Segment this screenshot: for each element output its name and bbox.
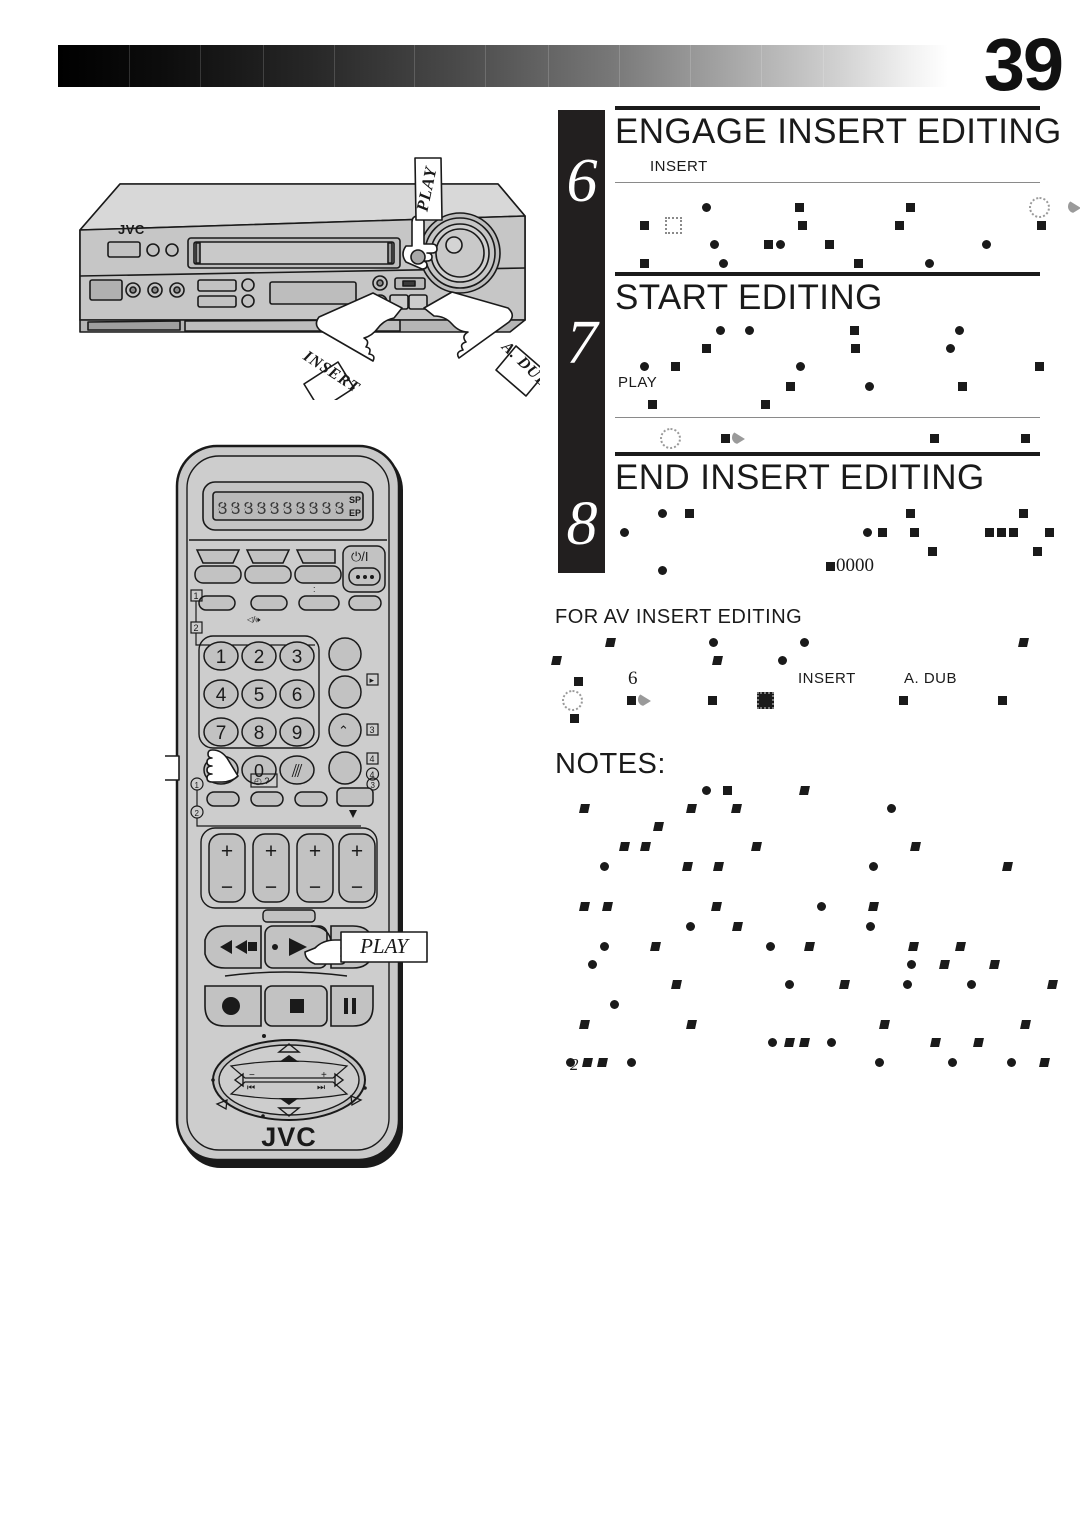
remote-rocker-plus: + <box>265 840 277 863</box>
notes-label: NOTES: <box>555 748 666 780</box>
redacted-text <box>552 838 922 856</box>
svg-text:⌃: ⌃ <box>338 723 349 738</box>
redacted-text <box>552 690 1008 711</box>
remote-key-label: 9 <box>292 723 303 744</box>
remote-key-label: 1 <box>216 647 227 668</box>
step-8-inline-value: 0000 <box>836 555 874 576</box>
step-8-heading: END INSERT EDITING <box>615 458 985 497</box>
step-number-8: 8 <box>566 490 598 558</box>
redacted-text <box>552 956 1000 974</box>
svg-text:◴ ?: ◴ ? <box>254 776 269 786</box>
redacted-text <box>640 378 968 396</box>
svg-text:1: 1 <box>195 781 200 790</box>
header-gradient-bar <box>58 45 948 87</box>
rule-under-step-6-sublabel <box>615 182 1040 183</box>
remote-key-label: 5 <box>254 685 265 706</box>
redacted-text <box>552 976 1058 994</box>
redacted-text <box>640 236 992 254</box>
redacted-text <box>552 858 1013 876</box>
remote-rocker-minus: − <box>351 876 363 899</box>
redacted-text <box>552 918 876 936</box>
svg-text:◁/🕪: ◁/🕪 <box>247 615 260 624</box>
svg-text:⏻/I: ⏻/I <box>351 549 369 564</box>
svg-text:4: 4 <box>370 754 375 764</box>
page-number: 39 <box>983 23 1064 106</box>
step-number-7: 7 <box>566 309 598 377</box>
remote-key-label: 4 <box>216 685 227 706</box>
redacted-text <box>640 396 770 414</box>
vcr-illustration: JVC PLAY INSERT A. DUB <box>70 150 540 400</box>
redacted-text <box>552 818 664 836</box>
remote-rocker-plus: + <box>351 840 363 863</box>
av-insert-button-adub: A. DUB <box>904 670 958 687</box>
redacted-text <box>620 524 1054 542</box>
redacted-text <box>640 322 965 340</box>
remote-brand-logo: JVC <box>261 1122 317 1152</box>
redacted-text <box>640 197 1080 218</box>
redacted-text <box>640 217 1046 235</box>
svg-text:⏭: ⏭ <box>317 1082 325 1092</box>
svg-text:1: 1 <box>194 591 199 601</box>
lcd-sp-label: SP <box>349 495 361 505</box>
remote-key-label: 2 <box>254 647 265 668</box>
rule-in-step-7 <box>615 417 1040 418</box>
remote-rocker-minus: − <box>221 876 233 899</box>
av-insert-step-ref: 6 <box>628 668 638 689</box>
redacted-text <box>551 652 788 670</box>
svg-text::: : <box>313 584 316 594</box>
lcd-ep-label: EP <box>349 508 361 518</box>
redacted-text <box>552 1034 984 1052</box>
redacted-text <box>552 1016 1032 1034</box>
remote-key-label: 3 <box>292 647 303 668</box>
redacted-text <box>640 340 956 358</box>
redacted-text <box>552 800 897 818</box>
step-6-sublabel: INSERT <box>650 158 708 175</box>
remote-play-callout: PLAY <box>359 934 410 958</box>
redacted-text <box>552 938 966 956</box>
redacted-text <box>640 255 935 273</box>
remote-rocker-minus: − <box>309 876 321 899</box>
rule-above-step-7 <box>615 272 1040 276</box>
footer-number: 2 <box>570 1055 579 1074</box>
remote-key-label: 7 <box>216 723 227 744</box>
redacted-text <box>640 428 1030 449</box>
remote-rocker-plus: + <box>309 840 321 863</box>
step-number-6: 6 <box>566 147 598 215</box>
step-7-heading: START EDITING <box>615 278 883 317</box>
redacted-text <box>552 996 619 1014</box>
svg-text:3: 3 <box>370 725 375 735</box>
svg-text:▸: ▸ <box>370 675 375 685</box>
svg-text:2: 2 <box>195 809 200 818</box>
remote-control-illustration: 8888888888 SP EP ⏻/I : ◁/🕪 1 2 1 2 3 4 5… <box>165 440 455 1180</box>
av-insert-section-label: FOR AV INSERT EDITING <box>555 606 803 628</box>
redacted-text <box>552 634 1030 652</box>
redacted-text <box>640 358 1045 376</box>
redacted-text <box>640 505 1029 523</box>
redacted-text <box>552 1054 1051 1072</box>
svg-text:JVC: JVC <box>118 222 145 237</box>
rule-above-step-6 <box>615 106 1040 110</box>
remote-key-label: ⫻ <box>292 761 303 781</box>
svg-text:+: + <box>321 1070 327 1081</box>
remote-rocker-minus: − <box>265 876 277 899</box>
step-6-heading: ENGAGE INSERT EDITING <box>615 112 1062 151</box>
av-insert-button-insert: INSERT <box>798 670 856 687</box>
redacted-text <box>552 898 879 916</box>
redacted-text <box>640 562 667 580</box>
redacted-text <box>826 558 835 576</box>
remote-rocker-plus: + <box>221 840 233 863</box>
redacted-text <box>552 673 583 691</box>
svg-text:2: 2 <box>194 623 199 633</box>
svg-text:−: − <box>249 1070 255 1081</box>
redacted-text <box>552 782 811 800</box>
rule-above-step-8 <box>615 452 1040 456</box>
redacted-text <box>552 710 579 728</box>
remote-key-label: 8 <box>254 723 265 744</box>
svg-text:⏮: ⏮ <box>247 1082 255 1092</box>
remote-key-label: 6 <box>292 685 303 706</box>
